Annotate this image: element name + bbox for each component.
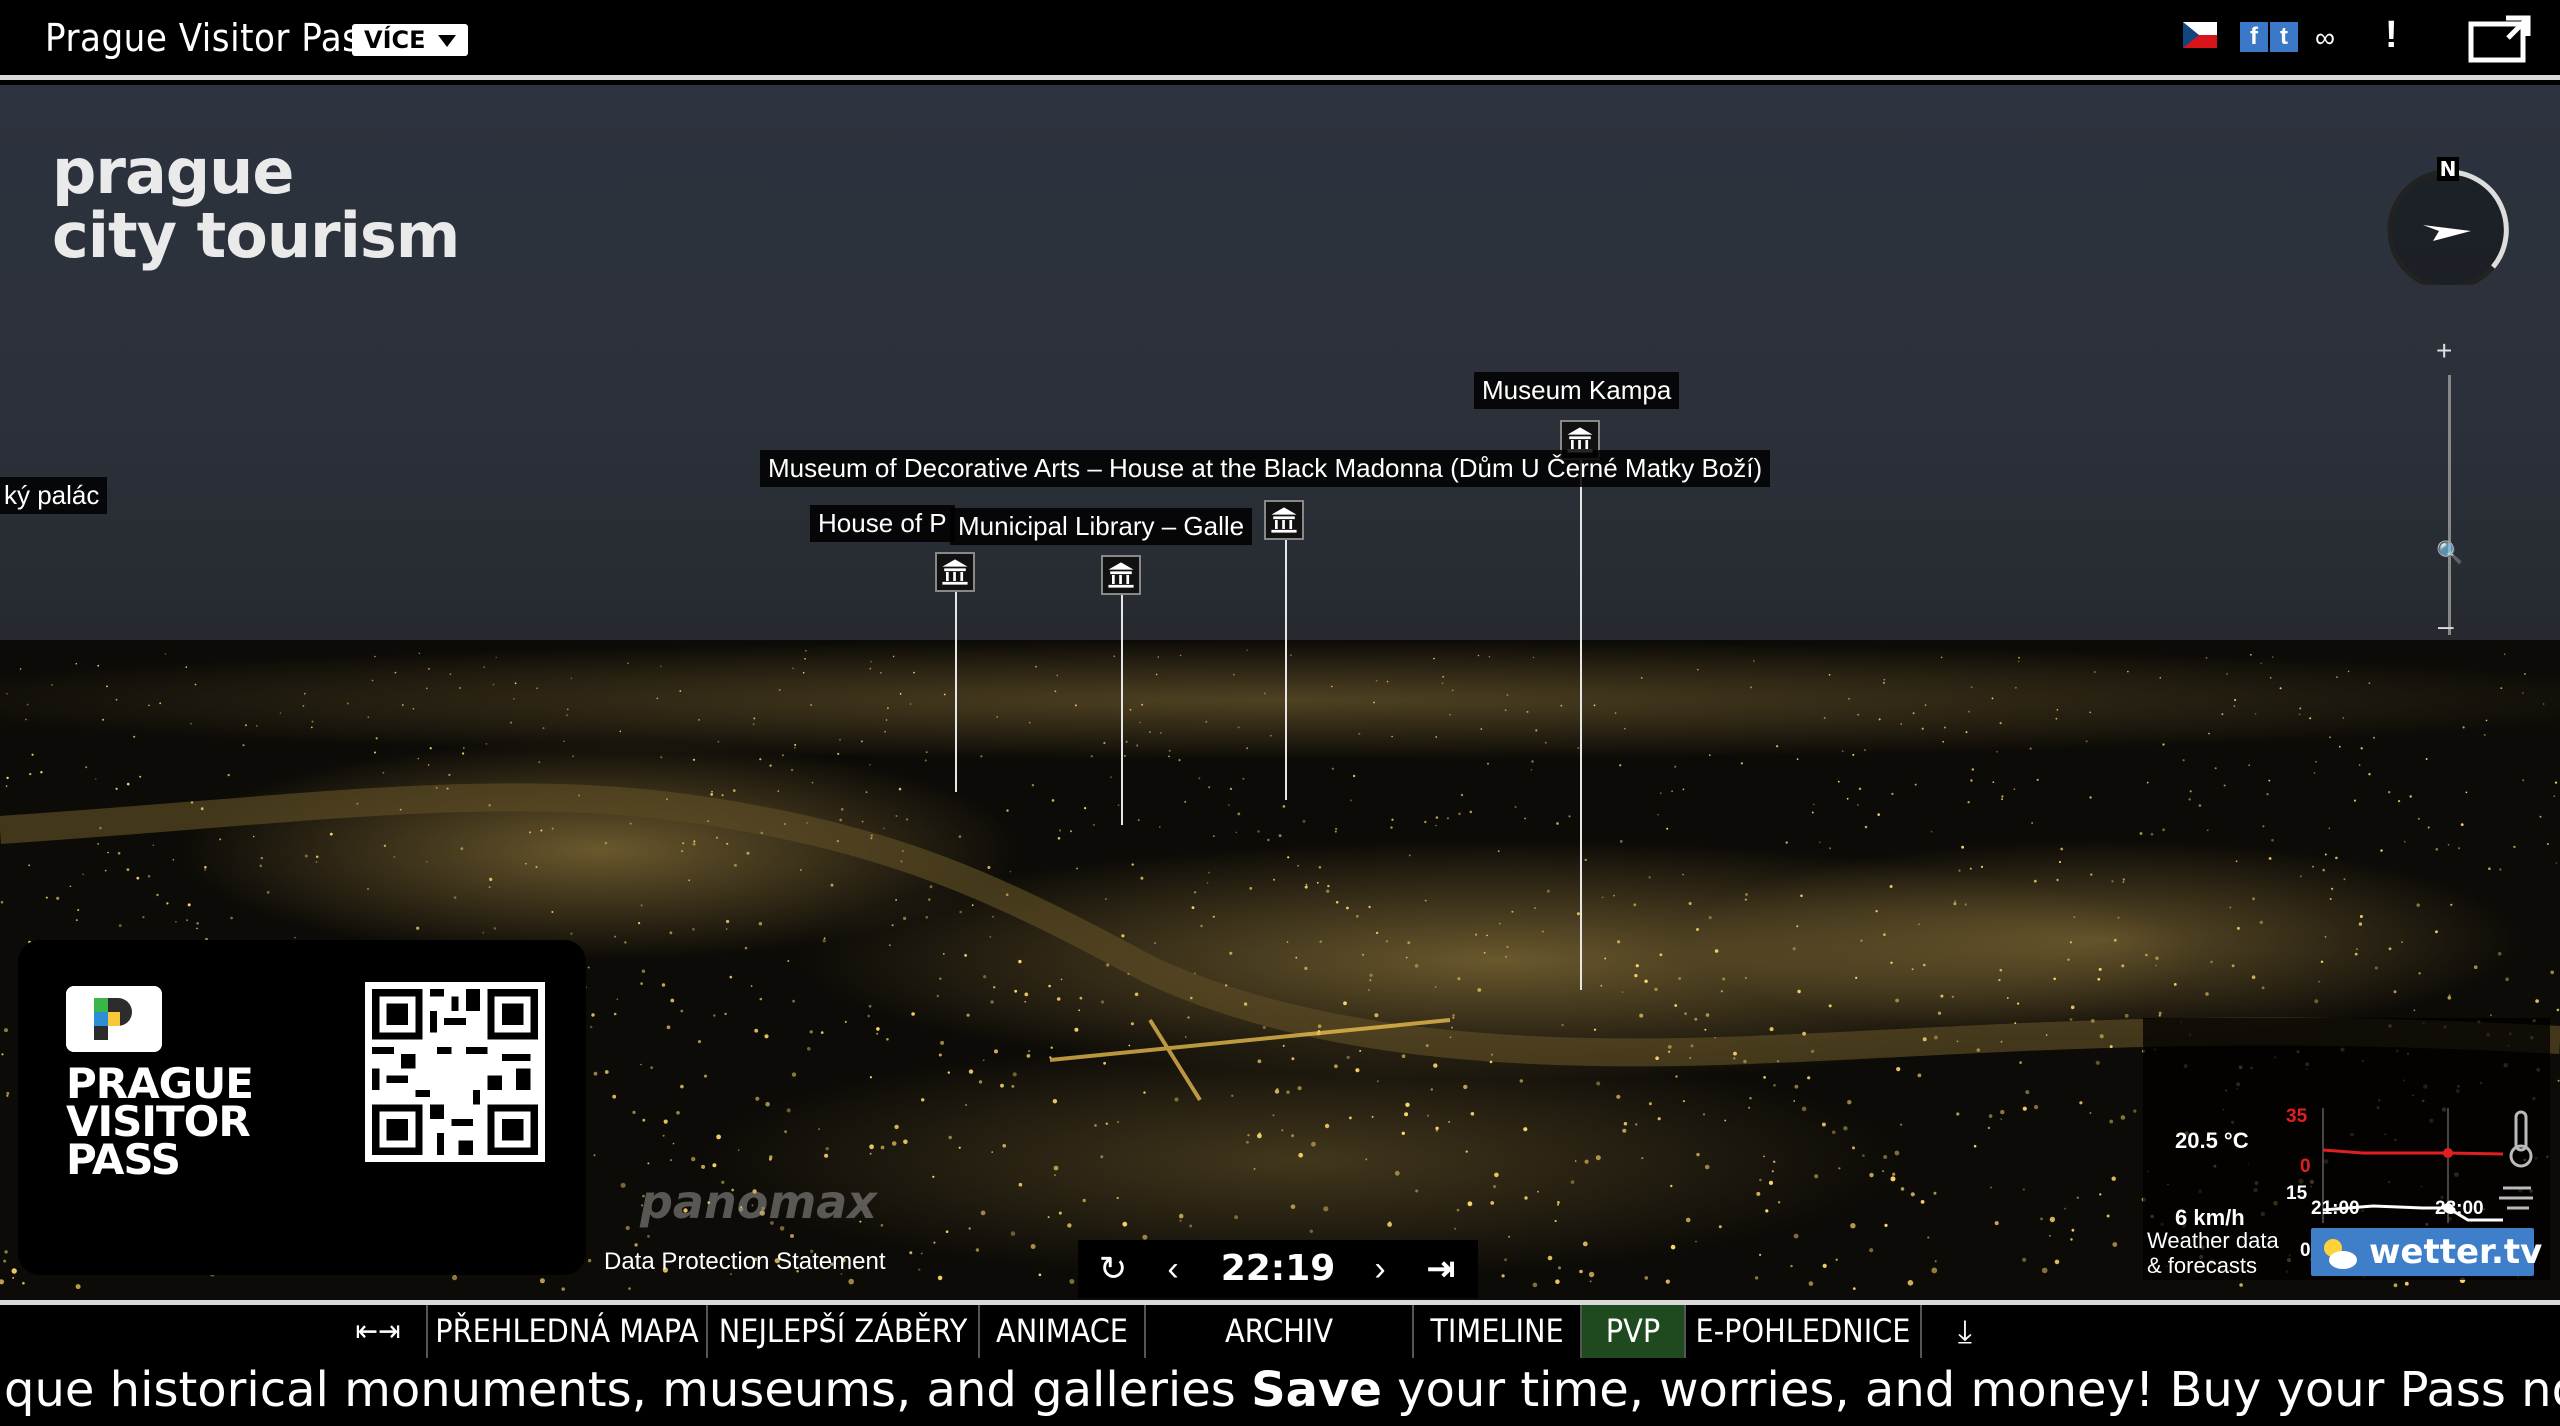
nav-overview-map[interactable]: PŘEHLEDNÁ MAPA <box>428 1305 708 1358</box>
fullscreen-icon[interactable] <box>2468 14 2532 64</box>
ticker-text-bold: Save <box>1251 1362 1382 1418</box>
data-protection-link[interactable]: Data Protection Statement <box>604 1248 885 1276</box>
poi-label-decorative-arts[interactable]: Museum of Decorative Arts – House at the… <box>760 450 1771 487</box>
poi-label-house-of-p[interactable]: House of P <box>810 505 955 542</box>
weather-credit-line1: Weather data <box>2147 1228 2279 1253</box>
top-bar: Prague Visitor Pass VÍCE f t ∞ ! <box>0 0 2560 80</box>
visitor-pass-logo <box>66 986 162 1052</box>
poi-label-municipal-library[interactable]: Municipal Library – Galle <box>950 508 1253 545</box>
museum-icon[interactable] <box>935 552 975 592</box>
temperature-value: 20.5 °C <box>2175 1128 2249 1153</box>
toggle-width-icon[interactable]: ⇤⇥ <box>330 1305 428 1358</box>
bottom-nav: ⇤⇥ PŘEHLEDNÁ MAPA NEJLEPŠÍ ZÁBĚRY ANIMAC… <box>0 1300 2560 1358</box>
time-controls: ↻ ‹ 22:19 › ⇥ <box>1078 1240 1478 1298</box>
visitor-pass-title: PRAGUE VISITOR PASS <box>66 1063 254 1184</box>
compass-north-label: N <box>2440 157 2457 181</box>
skip-to-latest-icon[interactable]: ⇥ <box>1416 1240 1466 1298</box>
info-alert-icon[interactable]: ! <box>2385 14 2398 56</box>
nav-animation[interactable]: ANIMACE <box>980 1305 1146 1358</box>
ticker-text-part1: que historical monuments, museums, and g… <box>4 1362 1252 1418</box>
download-icon[interactable]: ⤓ <box>1922 1305 2008 1358</box>
promo-line3: PASS <box>66 1135 181 1184</box>
prague-city-tourism-logo: prague city tourism <box>52 135 460 272</box>
panomax-watermark: panomax <box>640 1175 877 1229</box>
time-end-label: 23:00 <box>2435 1198 2484 1219</box>
nav-archive[interactable]: ARCHIV <box>1146 1305 1414 1358</box>
poi-pointer-line <box>1580 460 1582 990</box>
chevron-down-icon <box>437 35 456 47</box>
czech-flag-icon[interactable] <box>2183 22 2217 48</box>
twitter-icon[interactable]: t <box>2270 22 2298 52</box>
nav-e-postcards[interactable]: E-POHLEDNICE <box>1686 1305 1922 1358</box>
weather-widget[interactable]: 20.5 °C 6 km/h 35 0 15 0 21:00 23:00 Wea… <box>2143 1018 2550 1280</box>
more-dropdown-label: VÍCE <box>364 26 426 54</box>
qr-code[interactable] <box>365 982 545 1162</box>
wetter-tv-brand: wetter.tv <box>2369 1232 2543 1272</box>
ticker-text-part2: your time, worries, and money! Buy your … <box>1397 1362 2560 1418</box>
logo-line1: prague <box>52 135 294 208</box>
wetter-tv-logo[interactable]: wetter.tv <box>2311 1228 2542 1276</box>
link-icon[interactable]: ∞ <box>2315 22 2335 58</box>
poi-pointer-line <box>1121 595 1123 825</box>
poi-pointer-line <box>1285 540 1287 800</box>
poi-label-museum-kampa[interactable]: Museum Kampa <box>1474 372 1680 409</box>
app-title: Prague Visitor Pass <box>45 16 379 60</box>
museum-icon[interactable] <box>1101 555 1141 595</box>
museum-icon[interactable] <box>1264 500 1304 540</box>
current-time[interactable]: 22:19 <box>1208 1240 1348 1298</box>
nav-timeline[interactable]: TIMELINE <box>1414 1305 1582 1358</box>
sun-cloud-icon <box>2324 1239 2357 1269</box>
weather-credit: Weather data & forecasts <box>2147 1228 2279 1278</box>
zoom-search-icon[interactable]: 🔍 <box>2436 540 2463 566</box>
promo-ticker[interactable]: que historical monuments, museums, and g… <box>0 1358 2560 1426</box>
weather-credit-line2: & forecasts <box>2147 1253 2258 1278</box>
nav-pvp[interactable]: PVP <box>1582 1305 1686 1358</box>
poi-label-palace[interactable]: ký palác <box>0 477 108 514</box>
visitor-pass-promo[interactable]: PRAGUE VISITOR PASS <box>18 940 586 1275</box>
chevron-left-icon[interactable]: ‹ <box>1153 1240 1193 1298</box>
more-dropdown-button[interactable]: VÍCE <box>352 24 468 56</box>
panorama-view[interactable]: prague city tourism ký palác Museum Kamp… <box>0 85 2560 1300</box>
nav-best-shots[interactable]: NEJLEPŠÍ ZÁBĚRY <box>708 1305 980 1358</box>
wind-min-tick: 0 <box>2300 1240 2311 1261</box>
time-start-label: 21:00 <box>2311 1198 2360 1219</box>
facebook-icon[interactable]: f <box>2240 22 2268 52</box>
social-share-icons[interactable]: f t <box>2240 22 2298 52</box>
reload-icon[interactable]: ↻ <box>1088 1240 1138 1298</box>
compass-icon[interactable]: N <box>2383 155 2513 285</box>
zoom-in-button[interactable]: + <box>2436 335 2452 367</box>
zoom-slider-track[interactable] <box>2448 375 2451 635</box>
logo-line2: city tourism <box>52 199 460 272</box>
poi-pointer-line <box>955 592 957 792</box>
chevron-right-icon[interactable]: › <box>1360 1240 1400 1298</box>
zoom-out-button[interactable]: – <box>2438 610 2454 642</box>
ticker-text: que historical monuments, museums, and g… <box>4 1362 2560 1418</box>
